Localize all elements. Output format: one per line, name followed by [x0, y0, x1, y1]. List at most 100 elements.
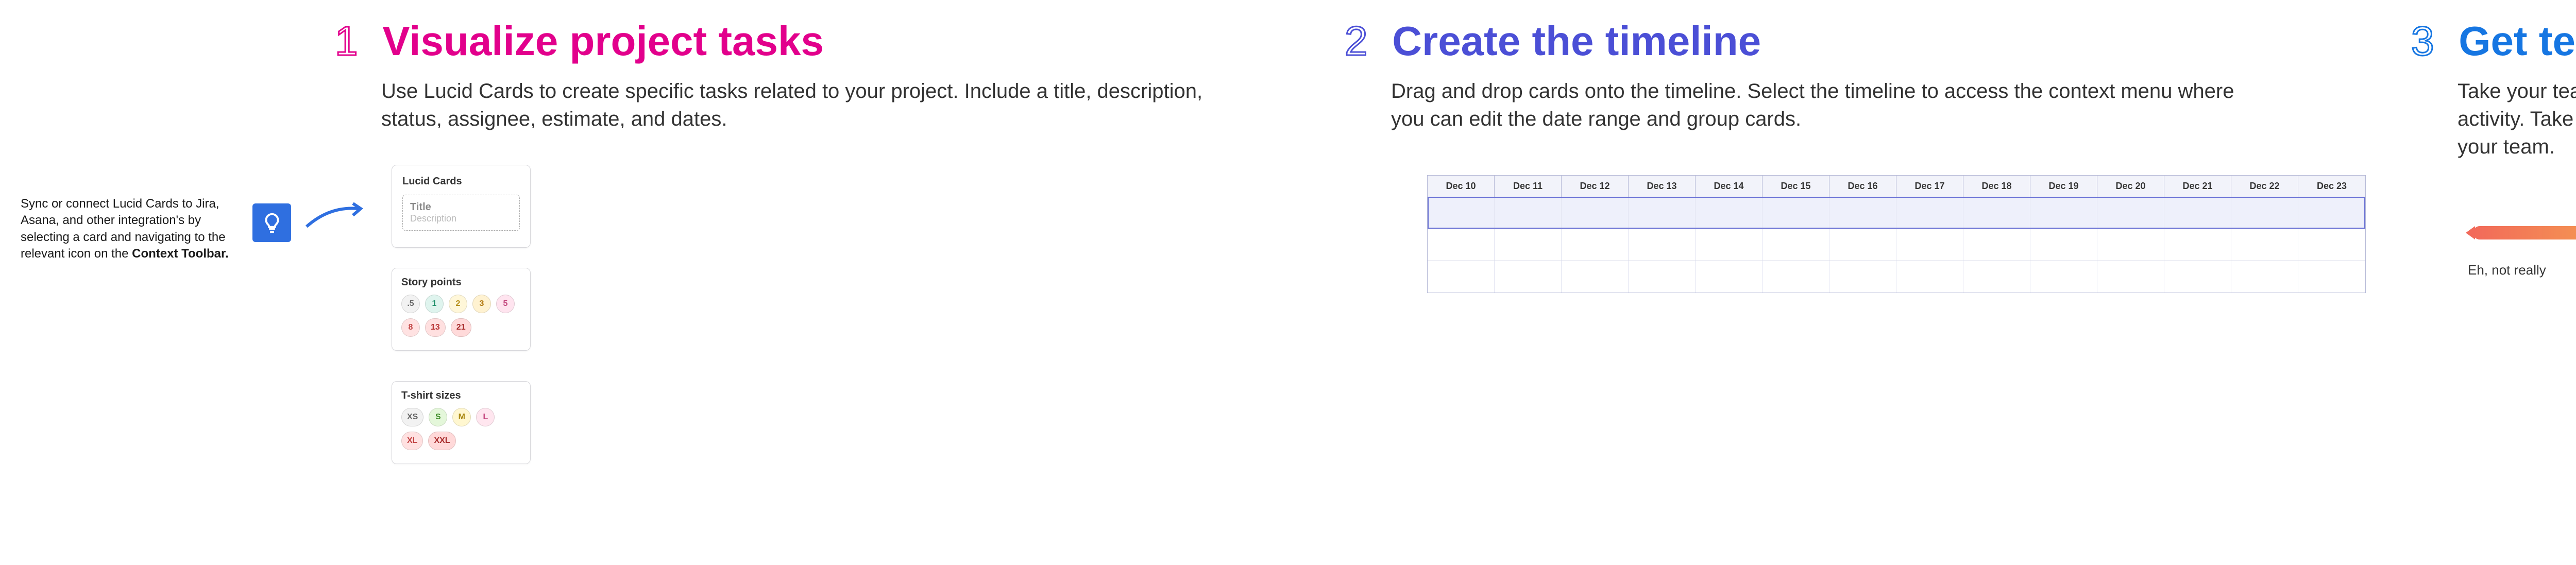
timeline-date-header: Dec 21 — [2164, 176, 2231, 197]
timeline-cell[interactable] — [1762, 229, 1829, 261]
timeline-cell[interactable] — [2231, 261, 2298, 293]
story-point-pill[interactable]: 13 — [425, 318, 446, 337]
timeline-cell[interactable] — [1762, 197, 1829, 229]
timeline-cell[interactable] — [1495, 229, 1562, 261]
timeline-cell[interactable] — [2097, 229, 2164, 261]
timeline-cell[interactable] — [2298, 261, 2365, 293]
timeline-cell[interactable] — [1696, 261, 1762, 293]
timeline-row[interactable] — [1428, 229, 2365, 261]
timeline-cell[interactable] — [1762, 261, 1829, 293]
alignment-question: How feasible is this timeline? — [2463, 175, 2576, 195]
timeline-row-selected[interactable] — [1428, 197, 2365, 229]
timeline-date-header: Dec 17 — [1896, 176, 1963, 197]
timeline-cell[interactable] — [1629, 261, 1696, 293]
timeline-cell[interactable] — [2097, 261, 2164, 293]
timeline-cell[interactable] — [1896, 261, 1963, 293]
card-title-placeholder: Title — [410, 201, 512, 213]
timeline-date-header: Dec 10 — [1428, 176, 1495, 197]
timeline-cell[interactable] — [1829, 229, 1896, 261]
alignment-slider[interactable] — [2473, 226, 2576, 247]
timeline-cell[interactable] — [1963, 197, 2030, 229]
tshirt-pill[interactable]: XL — [401, 432, 423, 450]
tshirt-pill[interactable]: XXL — [428, 432, 455, 450]
tshirt-pill[interactable]: XS — [401, 408, 423, 426]
slider-track[interactable] — [2473, 226, 2576, 239]
timeline-row[interactable] — [1428, 261, 2365, 293]
timeline-date-header: Dec 15 — [1762, 176, 1829, 197]
timeline-cell[interactable] — [1428, 229, 1495, 261]
slider-labels: Eh, not really Sort of I feel this! — [2468, 262, 2576, 278]
timeline-cell[interactable] — [1829, 261, 1896, 293]
lightbulb-icon — [252, 203, 291, 242]
timeline-cell[interactable] — [1629, 197, 1696, 229]
step3-description: Take your team's opinion about the timel… — [2458, 77, 2576, 161]
timeline-date-header: Dec 14 — [1696, 176, 1762, 197]
timeline-cell[interactable] — [1428, 261, 1495, 293]
story-point-pill[interactable]: 8 — [401, 318, 420, 337]
tshirt-header: T-shirt sizes — [401, 390, 521, 402]
timeline-date-header: Dec 22 — [2231, 176, 2298, 197]
lucid-cards-panel[interactable]: Lucid Cards Title Description — [392, 165, 531, 248]
step1-description: Use Lucid Cards to create specific tasks… — [381, 77, 1231, 133]
timeline-date-header: Dec 12 — [1562, 176, 1629, 197]
timeline-cell[interactable] — [1562, 229, 1629, 261]
timeline-cell[interactable] — [2097, 197, 2164, 229]
tshirt-pill[interactable]: L — [476, 408, 495, 426]
timeline-cell[interactable] — [2231, 197, 2298, 229]
story-points-panel[interactable]: Story points .5 1235 8 13 21 — [392, 268, 531, 351]
timeline-cell[interactable] — [1963, 229, 2030, 261]
timeline-cell[interactable] — [2164, 229, 2231, 261]
step1-number: 1 — [335, 21, 358, 62]
story-point-pill[interactable]: 3 — [472, 295, 491, 313]
story-point-pill[interactable]: .5 — [401, 295, 420, 313]
timeline-cell[interactable] — [1829, 197, 1896, 229]
story-point-pill[interactable]: 2 — [449, 295, 467, 313]
alignment-activity: How feasible is this timeline? Eh, not r… — [2463, 175, 2576, 278]
step3-title: Get team alignment — [2459, 21, 2576, 62]
sync-tip-text: Sync or connect Lucid Cards to Jira, Asa… — [21, 196, 242, 263]
story-points-pills: .5 1235 8 13 21 — [401, 295, 521, 337]
timeline-date-header: Dec 13 — [1629, 176, 1696, 197]
card-template[interactable]: Title Description — [402, 195, 520, 231]
timeline-cell[interactable] — [2231, 229, 2298, 261]
step2-description: Drag and drop cards onto the timeline. S… — [1391, 77, 2241, 133]
tshirt-sizes-panel[interactable]: T-shirt sizes XS SML XL XXL — [392, 381, 531, 464]
timeline-cell[interactable] — [1428, 197, 1495, 229]
timeline-cell[interactable] — [1562, 197, 1629, 229]
timeline-cell[interactable] — [2164, 197, 2231, 229]
tshirt-pill[interactable]: M — [452, 408, 471, 426]
timeline-date-header: Dec 11 — [1495, 176, 1562, 197]
timeline-cell[interactable] — [1629, 229, 1696, 261]
timeline-cell[interactable] — [1562, 261, 1629, 293]
story-point-pill[interactable]: 21 — [451, 318, 471, 337]
story-point-pill[interactable]: 1 — [425, 295, 444, 313]
step1-title: Visualize project tasks — [382, 21, 824, 62]
story-point-pill[interactable]: 5 — [496, 295, 515, 313]
timeline-cell[interactable] — [1696, 229, 1762, 261]
timeline-date-header: Dec 23 — [2298, 176, 2365, 197]
step2-title: Create the timeline — [1392, 21, 1761, 62]
timeline-cell[interactable] — [1896, 229, 1963, 261]
timeline-date-header: Dec 19 — [2030, 176, 2097, 197]
timeline-cell[interactable] — [1495, 261, 1562, 293]
step2-number: 2 — [1345, 21, 1368, 62]
timeline-cell[interactable] — [1896, 197, 1963, 229]
sync-tip-bold: Context Toolbar. — [132, 247, 229, 261]
tshirt-pill[interactable]: S — [429, 408, 447, 426]
timeline-cell[interactable] — [1696, 197, 1762, 229]
slider-arrow-icon — [2466, 226, 2475, 239]
story-points-header: Story points — [401, 277, 521, 288]
arrow-icon — [304, 201, 366, 232]
timeline-cell[interactable] — [2298, 197, 2365, 229]
timeline-cell[interactable] — [1495, 197, 1562, 229]
timeline-cell[interactable] — [2030, 197, 2097, 229]
timeline-cell[interactable] — [2298, 229, 2365, 261]
timeline-grid[interactable]: Dec 10Dec 11Dec 12Dec 13Dec 14Dec 15Dec … — [1427, 175, 2366, 293]
timeline-cell[interactable] — [1963, 261, 2030, 293]
timeline-date-header: Dec 16 — [1829, 176, 1896, 197]
timeline-cell[interactable] — [2030, 229, 2097, 261]
timeline-cell[interactable] — [2030, 261, 2097, 293]
timeline-cell[interactable] — [2164, 261, 2231, 293]
timeline-header-row: Dec 10Dec 11Dec 12Dec 13Dec 14Dec 15Dec … — [1428, 176, 2365, 197]
card-desc-placeholder: Description — [410, 213, 512, 224]
